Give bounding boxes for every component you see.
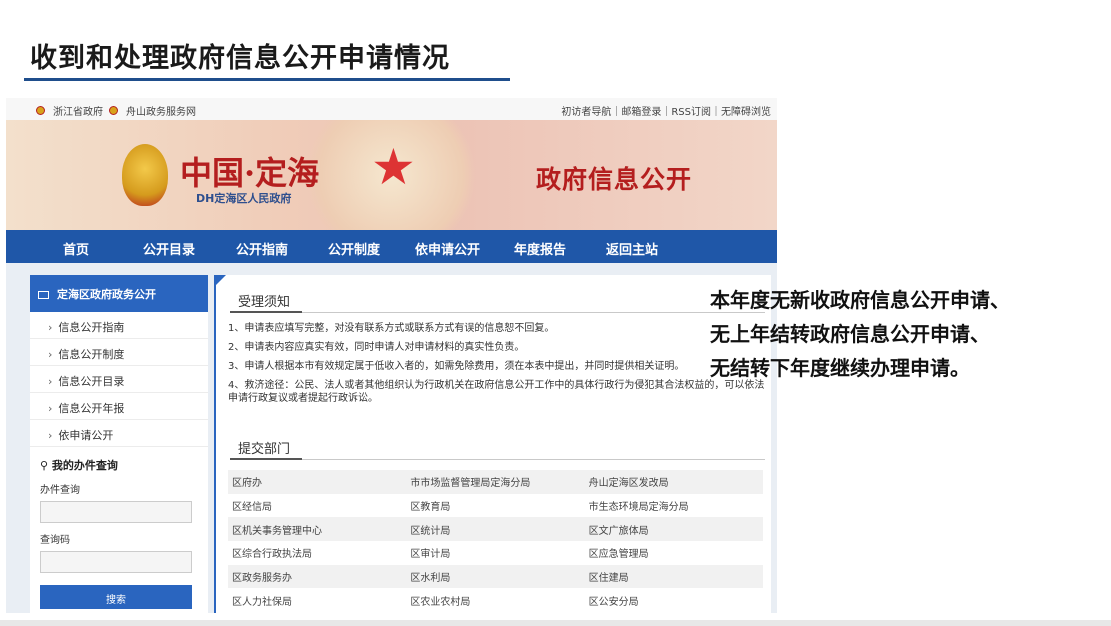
dept-cell[interactable]: 舟山定海区发改局 [584,470,763,494]
nav-system[interactable]: 公开制度 [328,239,380,258]
sidebar-item-label: 信息公开年报 [58,402,125,415]
chevron-right-icon: › [48,429,53,442]
table-row: 区综合行政执法局 区审计局 区应急管理局 [228,541,763,565]
main-nav: 首页 公开目录 公开指南 公开制度 依申请公开 年度报告 返回主站 [6,230,777,263]
dept-cell[interactable]: 市市场监督管理局定海分局 [406,470,585,494]
section-title-notice: 受理须知 [238,295,291,310]
sidebar-item-label: 信息公开目录 [58,375,125,388]
query-code-label: 查询码 [40,535,70,546]
slide: 收到和处理政府信息公开申请情况 浙江省政府 舟山政务服务网 初访者导航｜邮箱登录… [0,0,1111,626]
dept-cell[interactable]: 区教育局 [406,493,585,518]
department-table: 区府办 市市场监督管理局定海分局 舟山定海区发改局 区经信局 区教育局 市生态环境局定海… [228,470,763,613]
emblem-icon [109,106,118,115]
national-emblem-icon [122,144,168,206]
table-row: 区人力社保局 区农业农村局 区公安分局 [228,588,763,613]
chevron-right-icon: › [48,402,53,415]
topbar-right-links[interactable]: 初访者导航｜邮箱登录｜RSS订阅｜无障碍浏览 [561,103,771,118]
nav-home[interactable]: 首页 [63,239,89,258]
dept-cell[interactable]: 区经信局 [228,493,407,518]
table-row: 区经信局 区教育局 市生态环境局定海分局 [228,493,763,518]
sidebar-header-label: 定海区政府政务公开 [57,288,156,301]
top-bar: 浙江省政府 舟山政务服务网 初访者导航｜邮箱登录｜RSS订阅｜无障碍浏览 [6,98,777,120]
dept-cell[interactable]: 区综合行政执法局 [228,541,407,565]
sidebar-item-label: 依申请公开 [58,429,114,442]
notice-1: 1、申请表应填写完整，对没有联系方式或联系方式有误的信息恕不回复。 [228,323,555,334]
site-brand-sub: DH定海区人民政府 [196,192,292,205]
table-row: 区机关事务管理中心 区统计局 区文广旅体局 [228,517,763,542]
summary-line-2: 无上年结转政府信息公开申请、 [710,322,990,346]
summary-line-1: 本年度无新收政府信息公开申请、 [710,288,1010,312]
dept-cell[interactable]: 区农业农村局 [406,588,585,613]
search-icon: ⚲ [40,459,52,472]
dept-cell[interactable]: 市生态环境局定海分局 [584,493,763,518]
dept-cell[interactable]: 区机关事务管理中心 [228,517,407,542]
website-screenshot: 浙江省政府 舟山政务服务网 初访者导航｜邮箱登录｜RSS订阅｜无障碍浏览 ★ 中… [6,98,777,613]
site-brand: 中国·定海 [180,154,320,192]
sidebar-item-label: 信息公开制度 [58,348,125,361]
query-label: 办件查询 [40,485,80,496]
query-input[interactable] [40,501,192,523]
topbar-link-zhejiang[interactable]: 浙江省政府 [53,103,103,118]
summary-note: 本年度无新收政府信息公开申请、 无上年结转政府信息公开申请、 无结转下年度继续办… [710,283,1110,385]
dept-cell[interactable]: 区水利局 [406,564,585,589]
chevron-right-icon: › [48,375,53,388]
table-row: 区府办 市市场监督管理局定海分局 舟山定海区发改局 [228,470,763,494]
dept-cell[interactable]: 区公安分局 [584,588,763,613]
dept-cell[interactable]: 区文广旅体局 [584,517,763,542]
topbar-link-zhoushan[interactable]: 舟山政务服务网 [126,103,196,118]
nav-guide[interactable]: 公开指南 [236,239,288,258]
dept-cell[interactable]: 区府办 [228,470,407,494]
sidebar-item-label: 信息公开指南 [58,321,125,334]
summary-line-3: 无结转下年度继续办理申请。 [710,356,970,380]
nav-return-main[interactable]: 返回主站 [606,239,658,258]
sidebar-item-system[interactable]: › 信息公开制度 [30,339,208,366]
sidebar-item-guide[interactable]: › 信息公开指南 [30,312,208,339]
notice-2: 2、申请表内容应真实有效，同时申请人对申请材料的真实性负责。 [228,342,525,353]
query-code-input[interactable] [40,551,192,573]
nav-annual-report[interactable]: 年度报告 [514,239,566,258]
emblem-icon [36,106,45,115]
section-divider [230,311,765,313]
sidebar-item-catalog[interactable]: › 信息公开目录 [30,366,208,393]
dept-cell[interactable]: 区统计局 [406,517,585,542]
section-divider [230,458,765,460]
sidebar: 定海区政府政务公开 › 信息公开指南 › 信息公开制度 › 信息公开目录 › 信息公开年… [30,275,208,613]
mail-icon [38,291,49,299]
sidebar-item-apply[interactable]: › 依申请公开 [30,420,208,447]
slide-title: 收到和处理政府信息公开申请情况 [30,43,450,74]
nav-apply[interactable]: 依申请公开 [415,239,480,258]
dept-cell[interactable]: 区住建局 [584,564,763,589]
sidebar-item-annual[interactable]: › 信息公开年报 [30,393,208,420]
notice-3: 3、申请人根据本市有效规定属于低收入者的，如需免除费用，须在本表中提出，并同时提… [228,361,685,372]
star-icon: ★ [371,138,416,196]
section-title-departments: 提交部门 [238,442,291,457]
footer-divider [0,620,1111,626]
banner: ★ 中国·定海 DH定海区人民政府 政府信息公开 [6,120,777,230]
query-section-title: ⚲ 我的办件查询 [40,459,118,472]
dept-cell[interactable]: 区政务服务办 [228,564,407,589]
title-underline [24,78,510,81]
dept-cell[interactable]: 区审计局 [406,541,585,565]
chevron-right-icon: › [48,321,53,334]
dept-cell[interactable]: 区应急管理局 [584,541,763,565]
corner-decoration [216,275,226,285]
dept-cell[interactable]: 区人力社保局 [228,588,407,613]
chevron-right-icon: › [48,348,53,361]
sidebar-header: 定海区政府政务公开 [30,275,208,312]
nav-catalog[interactable]: 公开目录 [143,239,195,258]
notice-4: 4、救济途径：公民、法人或者其他组织认为行政机关在政府信息公开工作中的具体行政行… [228,380,765,404]
gov-info-title: 政府信息公开 [536,165,693,194]
table-row: 区政务服务办 区水利局 区住建局 [228,564,763,589]
search-button[interactable]: 搜索 [40,585,192,609]
main-content: 受理须知 1、申请表应填写完整，对没有联系方式或联系方式有误的信息恕不回复。 2… [214,275,771,613]
